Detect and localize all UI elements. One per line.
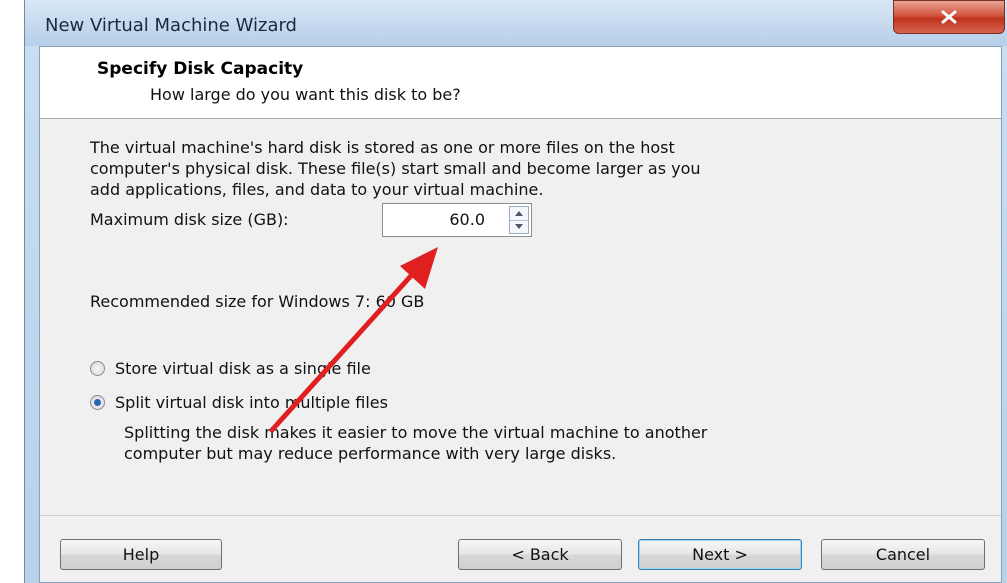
single-file-label[interactable]: Store virtual disk as a single file — [115, 359, 371, 378]
disk-size-spinner[interactable] — [509, 206, 529, 234]
split-description-line: Splitting the disk makes it easier to mo… — [124, 423, 708, 442]
disk-description: The virtual machine's hard disk is store… — [90, 137, 910, 200]
page-title: Specify Disk Capacity — [97, 59, 304, 79]
back-button[interactable]: < Back — [458, 539, 622, 570]
title-bar[interactable]: New Virtual Machine Wizard — [25, 0, 1007, 46]
close-icon — [941, 10, 957, 24]
split-description: Splitting the disk makes it easier to mo… — [124, 422, 944, 464]
help-button[interactable]: Help — [60, 539, 222, 570]
wizard-header: Specify Disk Capacity How large do you w… — [40, 47, 1001, 119]
spinner-down-button[interactable] — [510, 220, 528, 233]
single-file-radio[interactable] — [90, 361, 105, 376]
wizard-client-area: Specify Disk Capacity How large do you w… — [39, 46, 1002, 583]
max-disk-size-value[interactable]: 60.0 — [449, 210, 485, 229]
max-disk-size-input[interactable]: 60.0 — [382, 203, 532, 237]
window-title: New Virtual Machine Wizard — [45, 15, 297, 36]
footer-divider — [40, 515, 1001, 516]
page-subtitle: How large do you want this disk to be? — [150, 85, 461, 104]
max-disk-size-label: Maximum disk size (GB): — [90, 210, 289, 229]
close-button[interactable] — [893, 0, 1005, 34]
next-button[interactable]: Next > — [638, 539, 802, 570]
split-description-line: computer but may reduce performance with… — [124, 444, 617, 463]
split-files-radio[interactable] — [90, 395, 105, 410]
recommended-size-text: Recommended size for Windows 7: 60 GB — [90, 292, 425, 311]
cancel-button[interactable]: Cancel — [821, 539, 985, 570]
description-line: add applications, files, and data to you… — [90, 180, 544, 199]
spinner-up-button[interactable] — [510, 207, 528, 221]
split-files-label[interactable]: Split virtual disk into multiple files — [115, 393, 388, 412]
description-line: The virtual machine's hard disk is store… — [90, 138, 675, 157]
description-line: computer's physical disk. These file(s) … — [90, 159, 701, 178]
single-file-option[interactable]: Store virtual disk as a single file — [90, 359, 371, 378]
wizard-window: New Virtual Machine Wizard Specify Disk … — [24, 0, 1007, 583]
split-files-option[interactable]: Split virtual disk into multiple files — [90, 393, 388, 412]
chevron-up-icon — [515, 211, 523, 216]
chevron-down-icon — [515, 224, 523, 229]
